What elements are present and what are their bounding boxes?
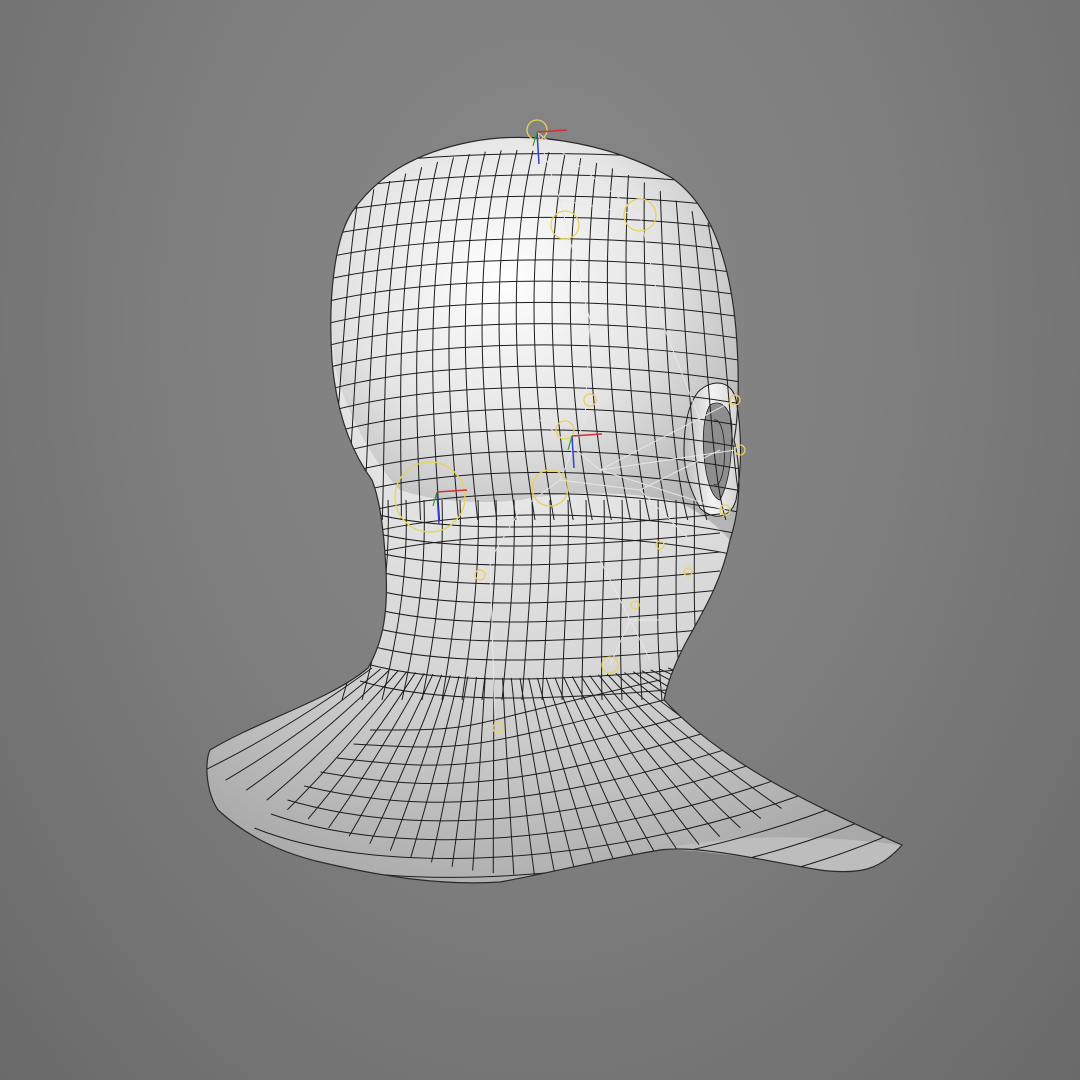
wire-edge [492, 677, 495, 874]
axis-x-handle [536, 129, 568, 133]
wire-edge [667, 667, 902, 741]
3d-viewport[interactable] [0, 0, 1080, 1080]
viewport-canvas[interactable] [0, 0, 1080, 1080]
